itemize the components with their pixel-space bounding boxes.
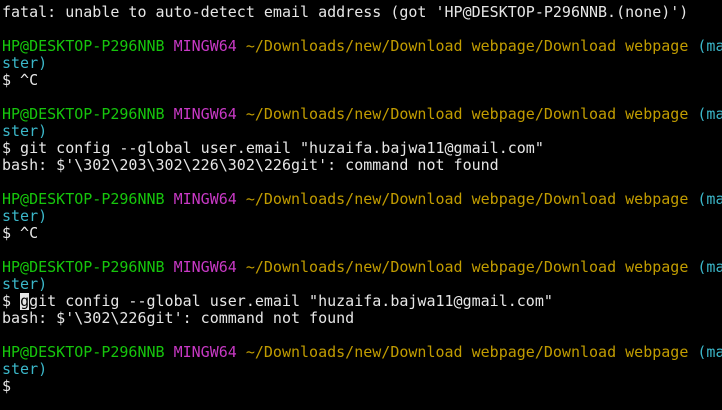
prompt-path: ~/Downloads/new/Download webpage/Downloa… [245, 38, 689, 55]
prompt-shell-name: MINGW64 [173, 344, 237, 361]
command-line[interactable]: $ ^C [2, 225, 722, 242]
prompt-shell-name: MINGW64 [173, 191, 237, 208]
prompt-line: HP@DESKTOP-P296NNB MINGW64 ~/Downloads/n… [2, 38, 722, 55]
prompt-path: ~/Downloads/new/Download webpage/Downloa… [245, 191, 689, 208]
command-line[interactable]: $ ggit config --global user.email "huzai… [2, 293, 722, 310]
prompt-path: ~/Downloads/new/Download webpage/Downloa… [245, 259, 689, 276]
terminal-window[interactable]: fatal: unable to auto-detect email addre… [0, 0, 722, 410]
command-line[interactable]: $ ^C [2, 72, 722, 89]
prompt-branch-wrap-line: ster) [2, 361, 722, 378]
prompt-user-host: HP@DESKTOP-P296NNB [2, 344, 165, 361]
prompt-user-host: HP@DESKTOP-P296NNB [2, 191, 165, 208]
prompt-user-host: HP@DESKTOP-P296NNB [2, 259, 165, 276]
prompt-branch-wrap-line: ster) [2, 123, 722, 140]
prompt-branch-wrap-line: ster) [2, 208, 722, 225]
prompt-shell-name: MINGW64 [173, 259, 237, 276]
output-line: bash: $'\302\203\302\226\302\226git': co… [2, 157, 499, 174]
output-line: fatal: unable to auto-detect email addre… [2, 4, 689, 21]
prompt-user-host: HP@DESKTOP-P296NNB [2, 38, 165, 55]
prompt-user-host: HP@DESKTOP-P296NNB [2, 106, 165, 123]
prompt-branch-continued: ster) [2, 276, 48, 293]
prompt-line: HP@DESKTOP-P296NNB MINGW64 ~/Downloads/n… [2, 344, 722, 361]
prompt-branch-continued: ster) [2, 123, 48, 140]
prompt-line: HP@DESKTOP-P296NNB MINGW64 ~/Downloads/n… [2, 191, 722, 208]
prompt-branch-continued: ster) [2, 55, 48, 72]
command-prompt-symbol: $ [2, 293, 21, 310]
prompt-branch: (ma [697, 259, 722, 276]
command-line[interactable]: $ [2, 378, 722, 395]
prompt-branch: (ma [697, 344, 722, 361]
prompt-branch-continued: ster) [2, 361, 48, 378]
command-text: git config --global user.email "huzaifa.… [29, 293, 553, 310]
prompt-branch: (ma [697, 38, 722, 55]
prompt-branch-wrap-line: ster) [2, 55, 722, 72]
prompt-path: ~/Downloads/new/Download webpage/Downloa… [245, 106, 689, 123]
prompt-branch: (ma [697, 106, 722, 123]
command-line[interactable]: $ git config --global user.email "huzaif… [2, 140, 722, 157]
prompt-branch-wrap-line: ster) [2, 276, 722, 293]
output-line: bash: $'\302\226git': command not found [2, 310, 355, 327]
prompt-branch-continued: ster) [2, 208, 48, 225]
prompt-line: HP@DESKTOP-P296NNB MINGW64 ~/Downloads/n… [2, 259, 722, 276]
prompt-shell-name: MINGW64 [173, 106, 237, 123]
prompt-path: ~/Downloads/new/Download webpage/Downloa… [245, 344, 689, 361]
prompt-line: HP@DESKTOP-P296NNB MINGW64 ~/Downloads/n… [2, 106, 722, 123]
prompt-shell-name: MINGW64 [173, 38, 237, 55]
prompt-branch: (ma [697, 191, 722, 208]
text-cursor: g [20, 293, 30, 310]
